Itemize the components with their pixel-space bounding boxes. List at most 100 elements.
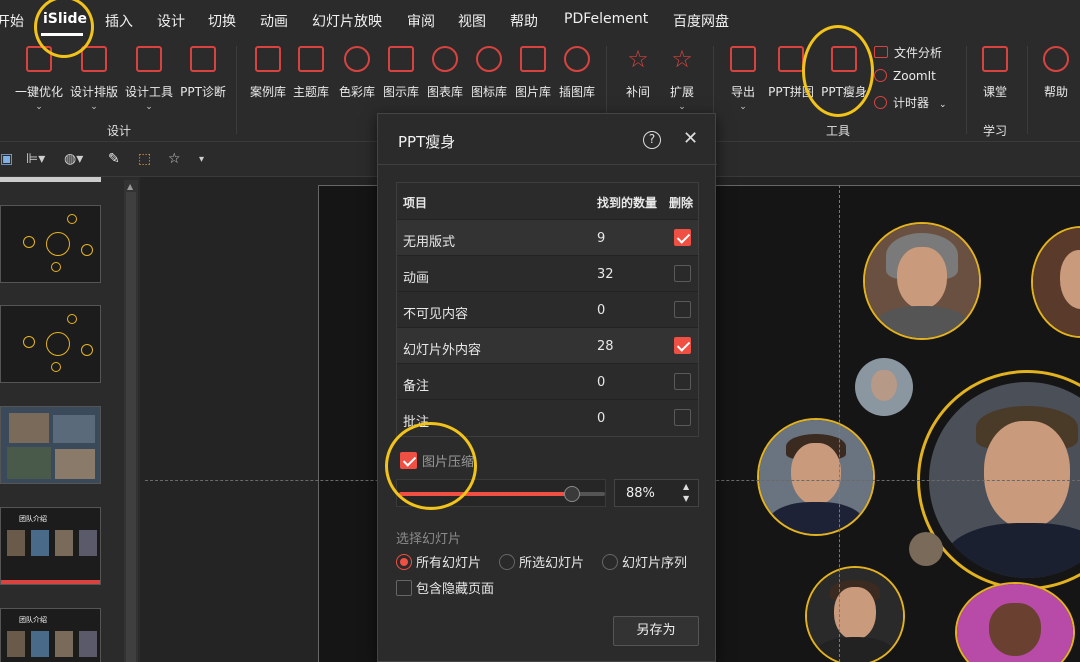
case-library-button[interactable]: 案例库 <box>247 46 289 100</box>
menu-transitions[interactable]: 切换 <box>208 11 236 31</box>
pie-chart-icon <box>432 46 458 72</box>
favorite-star-icon[interactable]: ☆ <box>168 151 181 167</box>
ppt-diagnose-button[interactable]: PPT诊断 <box>177 46 229 100</box>
diagram-icon <box>388 46 414 72</box>
shape-merge-icon[interactable]: ◍▾ <box>64 151 83 167</box>
group-label-tools: 工具 <box>826 124 851 138</box>
include-hidden-checkbox[interactable] <box>396 580 412 596</box>
menu-home[interactable]: 开始 <box>0 11 24 31</box>
icon-library-button[interactable]: 图标库 <box>468 46 510 100</box>
menu-insert[interactable]: 插入 <box>105 11 133 31</box>
vertical-guide <box>839 185 840 662</box>
close-icon[interactable]: ✕ <box>683 128 698 149</box>
timer-button[interactable]: 计时器 ⌄ <box>874 94 947 111</box>
slide-thumbnail[interactable]: 团队介绍 <box>0 608 101 662</box>
optimize-icon <box>26 46 52 72</box>
radio-slide-sequence[interactable]: 幻灯片序列 <box>602 552 687 571</box>
table-row: 备注 0 <box>397 364 698 400</box>
team-photo[interactable] <box>757 418 875 536</box>
scroll-up-icon[interactable]: ▲ <box>127 182 133 191</box>
group-label-learn: 学习 <box>983 124 1008 138</box>
slide-thumbnail[interactable] <box>0 406 101 484</box>
chart-library-button[interactable]: 图表库 <box>424 46 466 100</box>
delete-checkbox[interactable] <box>674 373 691 390</box>
image-compress-option[interactable]: 图片压缩 <box>400 449 474 470</box>
table-header: 项目 找到的数量 删除 <box>397 183 698 220</box>
team-photo[interactable] <box>1031 226 1080 338</box>
table-row: 不可见内容 0 <box>397 292 698 328</box>
color-library-button[interactable]: 色彩库 <box>336 46 378 100</box>
tween-button[interactable]: ☆ 补间 <box>618 46 658 100</box>
ppt-slim-dialog: PPT瘦身 ? ✕ 项目 找到的数量 删除 无用版式 9 动画 32 不可见内容… <box>377 113 717 662</box>
slide-thumbnails-panel: 团队介绍 团队介绍 <box>0 177 140 662</box>
delete-checkbox[interactable] <box>674 229 691 246</box>
slide-thumbnail[interactable] <box>0 205 101 283</box>
thumbnail-scrollbar[interactable]: ▲ <box>124 180 138 662</box>
customize-toolbar-icon[interactable]: ▾ <box>199 154 204 165</box>
classroom-button[interactable]: 课堂 <box>975 46 1015 100</box>
align-icon[interactable]: ⊫▾ <box>26 151 45 167</box>
delete-checkbox[interactable] <box>674 265 691 282</box>
compress-quality-stepper[interactable]: 88% ▲ ▼ <box>614 479 699 507</box>
toolbox-icon <box>190 46 216 72</box>
delete-checkbox[interactable] <box>674 337 691 354</box>
decrease-icon[interactable]: ▼ <box>683 494 689 503</box>
format-painter-icon[interactable]: ✎ <box>108 151 120 167</box>
export-button[interactable]: 导出 ⌄ <box>724 46 762 112</box>
design-tools-button[interactable]: 设计工具 ⌄ <box>121 46 177 112</box>
design-layout-button[interactable]: 设计排版 ⌄ <box>66 46 122 112</box>
include-hidden-option[interactable]: 包含隐藏页面 <box>396 578 494 597</box>
team-photo[interactable] <box>909 532 943 566</box>
radio-selected-slides[interactable]: 所选幻灯片 <box>499 552 584 571</box>
theme-library-button[interactable]: 主题库 <box>290 46 332 100</box>
team-photo[interactable] <box>863 222 981 340</box>
timer-icon <box>874 96 887 109</box>
table-row: 批注 0 <box>397 400 698 436</box>
delete-checkbox[interactable] <box>674 409 691 426</box>
menu-review[interactable]: 审阅 <box>407 11 435 31</box>
zoomit-button[interactable]: ZoomIt <box>874 69 936 83</box>
menu-animations[interactable]: 动画 <box>260 11 288 31</box>
illustration-library-button[interactable]: 插图库 <box>555 46 599 100</box>
team-photo[interactable] <box>855 358 913 416</box>
compass-icon <box>564 46 590 72</box>
image-compress-checkbox[interactable] <box>400 452 417 469</box>
save-as-button[interactable]: 另存为 <box>613 616 699 646</box>
ppt-puzzle-button[interactable]: PPT拼图 <box>766 46 816 100</box>
menu-view[interactable]: 视图 <box>458 11 486 31</box>
star-icon: ☆ <box>627 45 649 73</box>
extend-button[interactable]: ☆ 扩展 ⌄ <box>662 46 702 112</box>
delete-checkbox[interactable] <box>674 301 691 318</box>
menu-slideshow[interactable]: 幻灯片放映 <box>312 11 382 31</box>
bolt-icon <box>476 46 502 72</box>
menu-bar: 开始 iSlide 插入 设计 切换 动画 幻灯片放映 审阅 视图 帮助 PDF… <box>0 0 1080 42</box>
menu-design[interactable]: 设计 <box>157 11 185 31</box>
case-icon <box>255 46 281 72</box>
menu-islide[interactable]: iSlide <box>43 11 87 27</box>
menu-help[interactable]: 帮助 <box>510 11 538 31</box>
slider-handle[interactable] <box>564 486 580 502</box>
question-circle-icon[interactable]: ? <box>643 131 661 149</box>
layout-icon <box>81 46 107 72</box>
ppt-slim-button[interactable]: PPT瘦身 <box>818 46 870 100</box>
compress-quality-slider[interactable] <box>396 479 606 507</box>
textbox-icon[interactable]: ▣ <box>0 151 13 167</box>
team-photo[interactable] <box>955 582 1075 662</box>
file-analysis-button[interactable]: 文件分析 <box>874 44 942 61</box>
sparkle-star-icon: ☆ <box>671 45 693 73</box>
one-click-optimize-button[interactable]: 一键优化 ⌄ <box>10 46 68 112</box>
slide-thumbnail[interactable] <box>0 305 101 383</box>
team-photo[interactable] <box>805 566 905 662</box>
radio-all-slides[interactable]: 所有幻灯片 <box>396 552 481 571</box>
select-icon[interactable]: ⬚ <box>138 151 151 167</box>
menu-pdfelement[interactable]: PDFelement <box>564 11 648 27</box>
diagram-library-button[interactable]: 图示库 <box>380 46 422 100</box>
help-button[interactable]: 帮助 <box>1036 46 1076 100</box>
picture-library-button[interactable]: 图片库 <box>512 46 554 100</box>
active-menu-underline <box>41 33 83 36</box>
theme-icon <box>298 46 324 72</box>
image-icon <box>520 46 546 72</box>
slide-thumbnail[interactable]: 团队介绍 <box>0 507 101 585</box>
increase-icon[interactable]: ▲ <box>683 482 689 491</box>
menu-baidu-netdisk[interactable]: 百度网盘 <box>673 11 729 31</box>
